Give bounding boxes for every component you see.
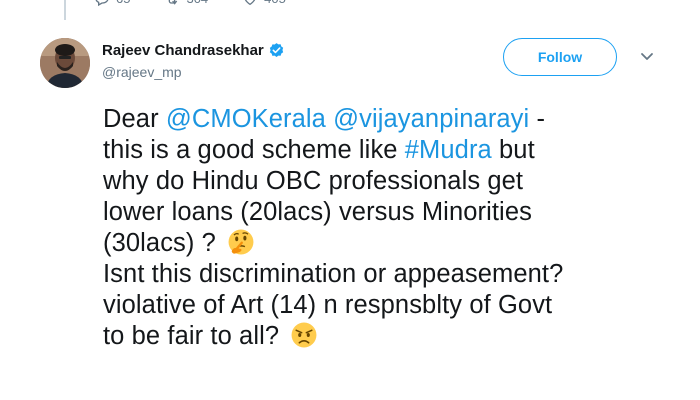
- previous-tweet-actions: 65 304 405: [94, 0, 320, 7]
- thinking-face-emoji: [228, 229, 254, 255]
- reply-icon: [95, 0, 109, 7]
- tweet-text-segment: but: [491, 136, 535, 164]
- like-action[interactable]: 405: [242, 0, 286, 7]
- tweet-line-2: this is a good scheme like #Mudra but: [103, 135, 643, 166]
- tweet-text: Dear @CMOKerala @vijayanpinarayi - this …: [103, 104, 643, 352]
- tweet-text-segment: (30lacs) ?: [103, 229, 224, 257]
- retweet-icon: [169, 0, 178, 5]
- angry-face-emoji: [291, 322, 317, 348]
- retweet-action[interactable]: 304: [164, 0, 208, 7]
- tweet-header: Rajeev Chandrasekhar @rajeev_mp Follow: [40, 38, 660, 90]
- retweet-count: 304: [186, 0, 208, 7]
- mention-vijayanpinarayi[interactable]: @vijayanpinarayi: [333, 105, 529, 133]
- author-info: Rajeev Chandrasekhar @rajeev_mp: [102, 40, 285, 80]
- reply-count: 65: [116, 0, 130, 7]
- avatar-image: [40, 38, 90, 88]
- mention-cmokerala[interactable]: @CMOKerala: [166, 105, 326, 133]
- chevron-down-icon[interactable]: [640, 52, 654, 62]
- verified-badge-icon: [269, 42, 283, 57]
- tweet-line-8: to be fair to all?: [103, 321, 643, 352]
- tweet-line-3: why do Hindu OBC professionals get: [103, 167, 524, 195]
- hashtag-mudra[interactable]: #Mudra: [405, 136, 492, 164]
- tweet-line-6: Isnt this discrimination or appeasement?: [103, 260, 564, 288]
- tweet-text-segment: -: [529, 105, 546, 133]
- reply-action[interactable]: 65: [94, 0, 130, 7]
- tweet-text-segment: this is a good scheme like: [103, 136, 405, 164]
- tweet-text-segment: to be fair to all?: [103, 322, 287, 350]
- avatar[interactable]: [40, 38, 90, 88]
- tweet-text-segment: Dear: [103, 105, 166, 133]
- follow-button[interactable]: Follow: [503, 38, 617, 76]
- author-display-name[interactable]: Rajeev Chandrasekhar: [102, 42, 264, 59]
- tweet-line-4: lower loans (20lacs) versus Minorities: [103, 198, 532, 226]
- heart-icon: [245, 0, 256, 6]
- tweet-line-5: (30lacs) ?: [103, 228, 643, 259]
- tweet-line-1: Dear @CMOKerala @vijayanpinarayi -: [103, 104, 643, 135]
- tweet-line-7: violative of Art (14) n respnsblty of Go…: [103, 291, 553, 319]
- author-handle[interactable]: @rajeev_mp: [102, 64, 285, 80]
- author-name-row[interactable]: Rajeev Chandrasekhar: [102, 40, 285, 60]
- like-count: 405: [264, 0, 286, 7]
- thread-connector-line: [64, 0, 66, 20]
